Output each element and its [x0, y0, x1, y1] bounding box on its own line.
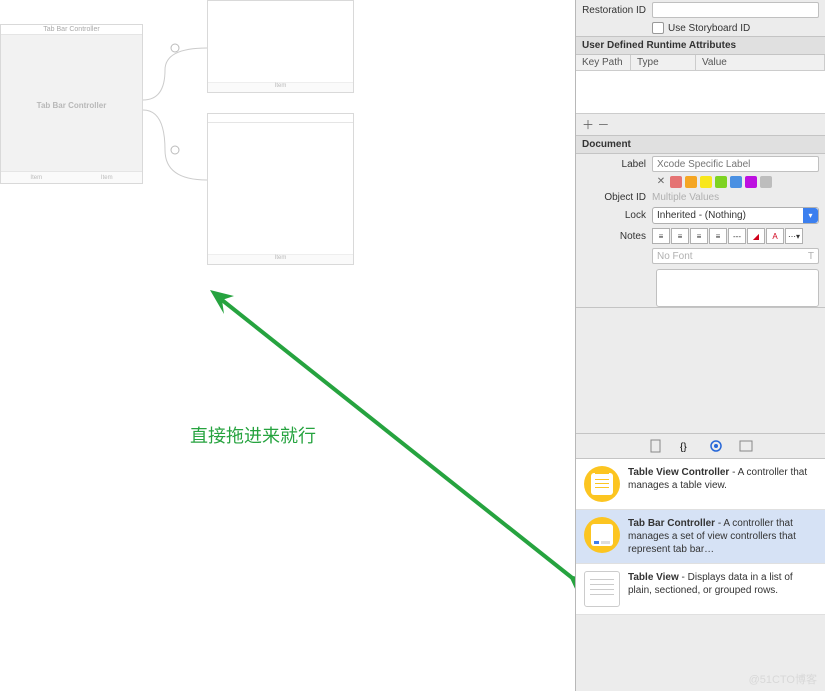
notes-label: Notes [582, 231, 652, 242]
svg-text:{}: {} [680, 442, 687, 453]
lock-label: Lock [582, 210, 652, 221]
use-storyboard-id-label: Use Storyboard ID [668, 23, 750, 34]
restoration-id-field[interactable] [652, 2, 819, 18]
object-library-list[interactable]: Table View Controller - A controller tha… [576, 459, 825, 615]
code-snippet-tab-icon[interactable]: {} [678, 438, 694, 454]
uda-table-header: Key Path Type Value [576, 55, 825, 71]
scene-title: Tab Bar Controller [1, 25, 142, 35]
font-picker-icon[interactable]: T [808, 251, 814, 262]
uda-header: User Defined Runtime Attributes [576, 36, 825, 55]
align-center-button[interactable]: ≡ [671, 228, 689, 244]
scene-title [208, 114, 353, 123]
color-swatch-yellow[interactable] [700, 176, 712, 188]
align-dash-button[interactable]: --- [728, 228, 746, 244]
color-swatch-blue[interactable] [730, 176, 742, 188]
lock-select[interactable]: Inherited - (Nothing) ▾ [652, 207, 819, 224]
object-id-value: Multiple Values [652, 192, 719, 203]
restoration-id-label: Restoration ID [582, 5, 652, 16]
table-view-icon [584, 571, 620, 607]
color-swatch-gray[interactable] [760, 176, 772, 188]
color-swatch-green[interactable] [715, 176, 727, 188]
color-swatch-purple[interactable] [745, 176, 757, 188]
tab-bar-controller-placeholder: Tab Bar Controller [37, 101, 107, 110]
font-field[interactable]: No Font T [652, 248, 819, 264]
chevron-down-icon: ▾ [803, 208, 818, 223]
label-color-swatches: ✕ [652, 176, 772, 188]
add-attribute-button[interactable]: ＋ [582, 118, 594, 132]
document-header: Document [576, 135, 825, 154]
notes-textarea[interactable] [656, 269, 819, 307]
uda-table-body[interactable] [576, 71, 825, 113]
color-swatch-orange[interactable] [685, 176, 697, 188]
object-library-tab-icon[interactable] [708, 438, 724, 454]
align-left-button[interactable]: ≡ [652, 228, 670, 244]
library-item-table-view-controller[interactable]: Table View Controller - A controller tha… [576, 459, 825, 510]
storyboard-canvas[interactable]: Tab Bar Controller Tab Bar Controller It… [0, 0, 575, 691]
scene-view-controller-1[interactable]: Item [207, 0, 354, 93]
use-storyboard-id-checkbox[interactable] [652, 22, 664, 34]
align-right-button[interactable]: ≡ [690, 228, 708, 244]
tab-bar[interactable]: Item Item [1, 171, 142, 183]
object-id-label: Object ID [582, 192, 652, 203]
align-justify-button[interactable]: ≡ [709, 228, 727, 244]
clear-color-button[interactable]: ✕ [655, 176, 667, 188]
tab-bar-item[interactable]: Item [208, 254, 353, 264]
tab-bar-item[interactable]: Item [208, 82, 353, 92]
library-item-table-view[interactable]: Table View - Displays data in a list of … [576, 564, 825, 615]
remove-attribute-button[interactable]: － [597, 118, 609, 132]
text-color-button[interactable]: ◢ [747, 228, 765, 244]
label-field[interactable] [652, 156, 819, 172]
file-template-tab-icon[interactable] [648, 438, 664, 454]
bg-color-button[interactable]: A [766, 228, 784, 244]
media-library-tab-icon[interactable] [738, 438, 754, 454]
library-item-tab-bar-controller[interactable]: Tab Bar Controller - A controller that m… [576, 510, 825, 564]
scene-view-controller-2[interactable]: Item [207, 113, 354, 265]
table-view-controller-icon [584, 466, 620, 502]
scene-tab-bar-controller[interactable]: Tab Bar Controller Tab Bar Controller It… [0, 24, 143, 184]
annotation-text: 直接拖进来就行 [190, 422, 316, 448]
library-tabs: {} [576, 433, 825, 459]
inspector-panel: Restoration ID Use Storyboard ID User De… [575, 0, 825, 691]
more-button[interactable]: ⋯▾ [785, 228, 803, 244]
color-swatch-red[interactable] [670, 176, 682, 188]
tab-item[interactable]: Item [101, 175, 113, 181]
label-label: Label [582, 159, 652, 170]
tab-item[interactable]: Item [30, 175, 42, 181]
tab-bar-controller-icon [584, 517, 620, 553]
watermark: @51CTO博客 [749, 671, 817, 687]
